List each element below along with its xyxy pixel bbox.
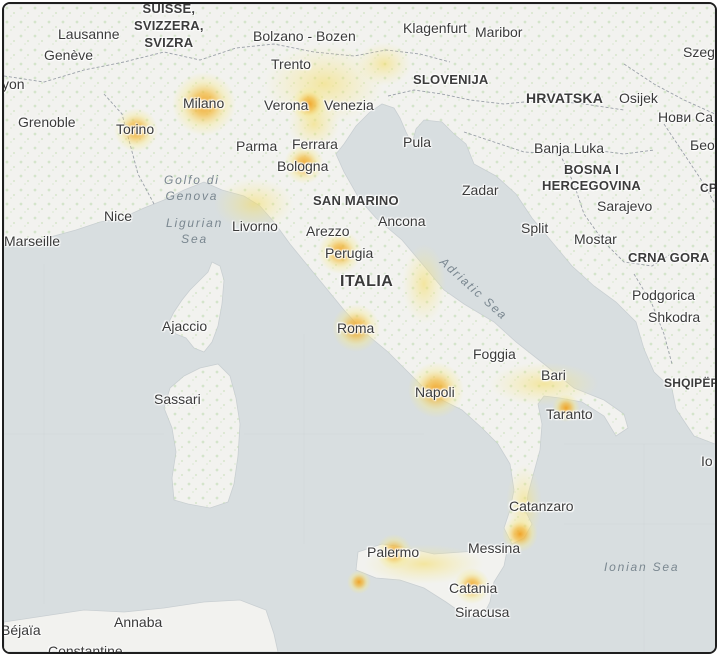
- city-label-roma: Roma: [337, 320, 375, 336]
- city-label-napoli: Napoli: [415, 384, 455, 400]
- city-label-marseille: Marseille: [4, 233, 61, 249]
- city-label-podgorica: Podgorica: [632, 287, 696, 303]
- city-label-torino: Torino: [116, 121, 155, 137]
- map-frame[interactable]: SUISSE, SVIZZERA, SVIZRA SLOVENIJA HRVAT…: [2, 2, 717, 654]
- city-label-banja-luka: Banja Luka: [534, 140, 605, 156]
- city-label-constantine: Constantine: [48, 643, 123, 654]
- city-label-geneve: Genève: [44, 47, 94, 63]
- city-label-perugia: Perugia: [325, 245, 374, 261]
- city-label-milano: Milano: [183, 95, 225, 111]
- city-label-split: Split: [521, 220, 549, 236]
- country-label-italy: ITALIA: [340, 273, 394, 290]
- city-label-trento: Trento: [271, 56, 311, 72]
- sea-label-genova-gulf: Golfo di Genova: [164, 173, 220, 203]
- sea-label-ligurian: Ligurian Sea: [166, 216, 224, 246]
- city-label-arezzo: Arezzo: [306, 223, 350, 239]
- city-label-grenoble: Grenoble: [18, 114, 76, 130]
- city-label-pula: Pula: [403, 134, 432, 150]
- city-label-bolzano: Bolzano - Bozen: [253, 28, 356, 44]
- city-label-klagenfurt: Klagenfurt: [403, 20, 467, 36]
- country-label-croatia: HRVATSKA: [526, 90, 604, 106]
- country-label-bosnia: BOSNA I HERCEGOVINA: [542, 162, 641, 193]
- city-label-verona: Verona: [264, 97, 309, 113]
- country-label-san-marino: SAN MARINO: [313, 193, 399, 208]
- city-label-mostar: Mostar: [574, 231, 617, 247]
- city-label-maribor: Maribor: [475, 24, 523, 40]
- city-label-osijek: Osijek: [619, 90, 658, 106]
- city-label-belgrade: Бео: [690, 137, 715, 153]
- sea-label-ionian: Ionian Sea: [604, 560, 680, 574]
- city-label-catanzaro: Catanzaro: [509, 498, 574, 514]
- city-label-sarajevo: Sarajevo: [597, 198, 653, 214]
- city-label-ancona: Ancona: [378, 213, 426, 229]
- city-label-zadar: Zadar: [462, 182, 499, 198]
- city-label-ferrara: Ferrara: [292, 136, 338, 152]
- city-label-parma: Parma: [236, 138, 278, 154]
- city-label-lausanne: Lausanne: [58, 26, 120, 42]
- city-label-catania: Catania: [449, 580, 498, 596]
- city-label-siracusa: Siracusa: [455, 604, 510, 620]
- country-label-albania: SHQIPËR: [664, 376, 717, 390]
- city-label-sassari: Sassari: [154, 391, 201, 407]
- city-label-ajaccio: Ajaccio: [162, 318, 208, 334]
- city-label-novi-sad: Нови Са: [658, 109, 714, 125]
- city-label-lyon: yon: [2, 76, 25, 92]
- city-label-venezia: Venezia: [324, 97, 374, 113]
- city-label-palermo: Palermo: [367, 544, 420, 560]
- city-label-ionian-partial: Io: [701, 453, 713, 469]
- city-label-nice: Nice: [104, 208, 133, 224]
- city-label-livorno: Livorno: [232, 218, 278, 234]
- country-label-slovenia: SLOVENIJA: [413, 72, 489, 87]
- city-label-szeged: Szeg: [683, 44, 715, 60]
- city-label-bari: Bari: [541, 367, 566, 383]
- city-label-taranto: Taranto: [546, 406, 593, 422]
- city-label-bejaia: Béjaïa: [2, 622, 41, 638]
- city-label-messina: Messina: [468, 540, 521, 556]
- city-label-bologna: Bologna: [277, 158, 329, 174]
- city-label-shkodra: Shkodra: [648, 309, 701, 325]
- city-label-foggia: Foggia: [473, 346, 516, 362]
- country-label-switzerland: SUISSE, SVIZZERA, SVIZRA: [134, 2, 204, 50]
- country-label-montenegro: CRNA GORA: [628, 250, 710, 265]
- city-label-annaba: Annaba: [114, 614, 163, 630]
- country-label-serbia: СР: [700, 181, 717, 195]
